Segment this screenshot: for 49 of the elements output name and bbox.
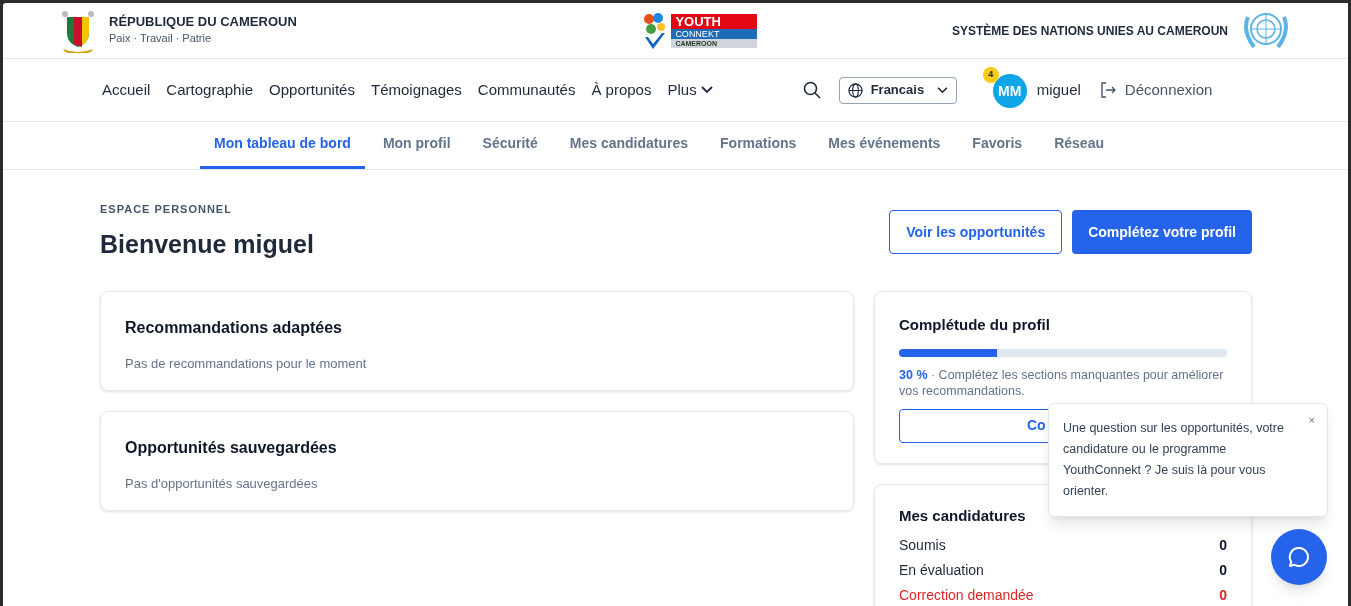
- language-select[interactable]: Francais: [838, 76, 957, 104]
- tab[interactable]: Mon tableau de bord: [200, 121, 365, 169]
- card-title: Complétude du profil: [899, 315, 1051, 335]
- nav-link[interactable]: Accueil: [102, 78, 151, 102]
- close-button[interactable]: ×: [1308, 412, 1315, 429]
- globe-icon: [847, 82, 863, 98]
- coat-of-arms-icon: [59, 8, 97, 53]
- section-label: ESPACE PERSONNEL: [100, 202, 233, 217]
- status-count: 0: [1219, 586, 1227, 605]
- status-count: 0: [1219, 561, 1227, 580]
- page-title: Bienvenue miguel: [100, 228, 314, 260]
- card-title: Recommandations adaptées: [125, 318, 343, 338]
- chat-bubble-icon: [1288, 546, 1310, 568]
- card-title: Opportunités sauvegardées: [125, 438, 338, 458]
- tab[interactable]: Formations: [706, 121, 811, 169]
- tab[interactable]: Mon profil: [368, 121, 465, 169]
- avatar[interactable]: MM: [992, 74, 1027, 108]
- nav-link[interactable]: Opportunités: [269, 78, 355, 102]
- country-name: RÉPUBLIQUE DU CAMEROUN: [109, 14, 297, 31]
- more-menu[interactable]: Plus: [667, 78, 713, 102]
- status-label: Correction demandée: [899, 586, 1034, 605]
- progress-text: 30 % · Complétez les sections manquantes pour améliorer vos recommandations.: [899, 366, 1225, 399]
- nav-link[interactable]: À propos: [591, 78, 652, 102]
- nav-link[interactable]: Communautés: [477, 78, 576, 102]
- logout-icon: [1098, 81, 1117, 99]
- empty-message: Pas d'opportunités sauvegardées: [125, 475, 319, 493]
- nav-link[interactable]: Témoignages: [370, 78, 462, 102]
- status-label: Soumis: [899, 536, 946, 555]
- tab[interactable]: Favoris: [958, 121, 1037, 169]
- logout-button[interactable]: Déconnexion: [1098, 78, 1213, 102]
- user-name[interactable]: miguel: [1036, 78, 1081, 102]
- tab[interactable]: Mes candidatures: [555, 121, 703, 169]
- empty-message: Pas de recommandations pour le moment: [125, 355, 368, 373]
- status-label: En évaluation: [899, 561, 984, 580]
- tab[interactable]: Mes événements: [814, 121, 955, 169]
- search-icon[interactable]: [802, 81, 821, 99]
- partner-name: SYSTÈME DES NATIONS UNIES AU CAMEROUN: [951, 22, 1228, 40]
- chevron-down-icon: [700, 86, 713, 94]
- notification-badge[interactable]: 4: [982, 67, 999, 83]
- status-count: 0: [1219, 536, 1227, 555]
- tab[interactable]: Réseau: [1040, 121, 1118, 169]
- nav-link[interactable]: Cartographie: [166, 78, 254, 102]
- motto: Paix · Travail · Patrie: [109, 31, 213, 47]
- chat-button[interactable]: [1271, 529, 1327, 585]
- tab[interactable]: Sécurité: [468, 121, 552, 169]
- outline-button[interactable]: Voir les opportunités: [889, 210, 1063, 254]
- chevron-down-icon: [936, 86, 948, 94]
- card-title: Mes candidatures: [899, 505, 1027, 526]
- primary-button[interactable]: Complétez votre profil: [1072, 210, 1252, 254]
